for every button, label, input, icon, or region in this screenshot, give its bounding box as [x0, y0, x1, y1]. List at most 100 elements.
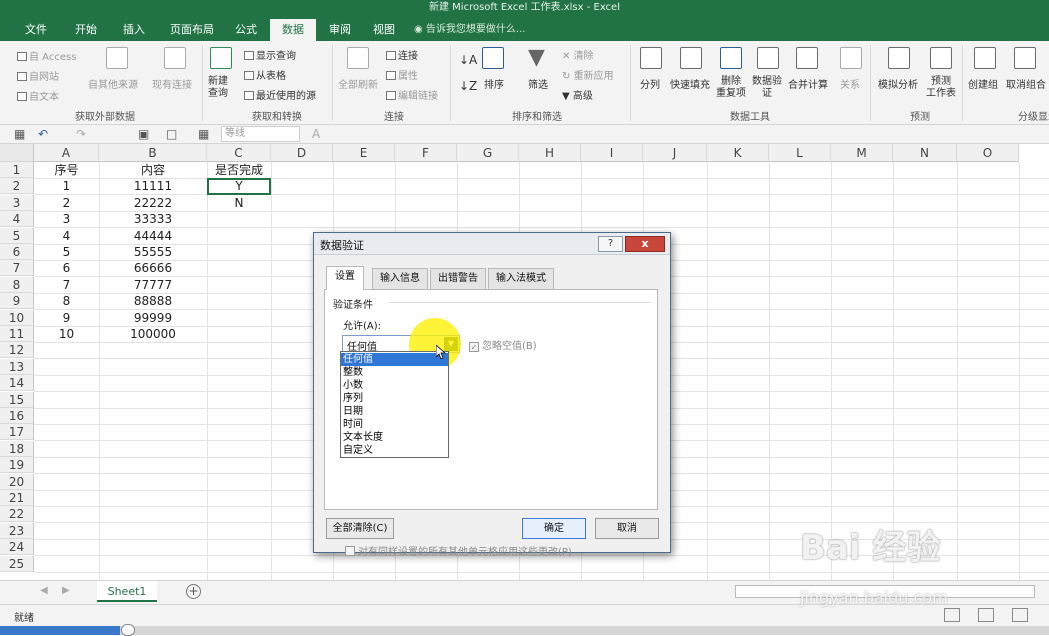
row-header-19[interactable]: 19 — [0, 457, 34, 474]
scroll-left-icon[interactable]: ◀ — [40, 585, 48, 596]
other-sources-button[interactable]: 自其他来源 — [88, 76, 138, 91]
tab-review[interactable]: 审阅 — [320, 17, 360, 41]
row-header-2[interactable]: 2 — [0, 178, 34, 195]
cell-b4[interactable]: 33333 — [99, 211, 207, 227]
tab-formulas[interactable]: 公式 — [226, 17, 266, 41]
cell-a6[interactable]: 5 — [34, 244, 99, 260]
row-header-1[interactable]: 1 — [0, 162, 34, 178]
row-header-10[interactable]: 10 — [0, 309, 34, 326]
from-table-button[interactable]: 从表格 — [244, 67, 286, 82]
column-header-m[interactable]: M — [831, 144, 893, 162]
cell-b7[interactable]: 66666 — [99, 260, 207, 276]
column-header-n[interactable]: N — [893, 144, 957, 162]
cell-b9[interactable]: 88888 — [99, 293, 207, 309]
cell-b1[interactable]: 内容 — [99, 162, 207, 178]
clear-all-button[interactable]: 全部清除(C) — [326, 518, 394, 539]
cell-c1[interactable]: 是否完成 — [207, 162, 271, 178]
forecast-sheet-button[interactable]: 预测 工作表 — [926, 76, 956, 100]
row-header-7[interactable]: 7 — [0, 260, 34, 277]
font-name-box[interactable]: 等线 — [221, 126, 300, 142]
recent-sources-button[interactable]: 最近使用的源 — [244, 87, 316, 102]
column-header-e[interactable]: E — [333, 144, 395, 162]
cell-c8[interactable] — [207, 277, 271, 293]
text-to-columns-button[interactable]: 分列 — [640, 76, 660, 91]
redo-icon[interactable]: ↷ — [76, 127, 86, 141]
column-header-d[interactable]: D — [271, 144, 333, 162]
tab-file[interactable]: 文件 — [14, 17, 58, 41]
dropdown-option[interactable]: 整数 — [341, 366, 448, 379]
cell-b10[interactable]: 99999 — [99, 310, 207, 326]
data-validation-button[interactable]: 数据验 证 — [752, 76, 782, 100]
cell-a1[interactable]: 序号 — [34, 162, 99, 178]
consolidate-button[interactable]: 合并计算 — [788, 76, 828, 91]
cell-a7[interactable]: 6 — [34, 260, 99, 276]
row-header-24[interactable]: 24 — [0, 539, 34, 556]
row-header-21[interactable]: 21 — [0, 490, 34, 506]
table-grid-icon[interactable]: ▦ — [198, 127, 209, 141]
cell-a9[interactable]: 8 — [34, 293, 99, 309]
video-progress-knob[interactable] — [121, 624, 135, 636]
dropdown-option[interactable]: 时间 — [341, 418, 448, 431]
tab-view[interactable]: 视图 — [364, 17, 404, 41]
cell-b2[interactable]: 11111 — [99, 178, 207, 194]
dropdown-option[interactable]: 日期 — [341, 405, 448, 418]
flash-fill-button[interactable]: 快速填充 — [670, 76, 710, 91]
tab-input-message[interactable]: 输入信息 — [372, 268, 428, 289]
normal-view-icon[interactable] — [944, 608, 960, 622]
reapply-button[interactable]: ↻ 重新应用 — [562, 67, 614, 82]
help-button[interactable]: ? — [598, 236, 623, 252]
page-break-view-icon[interactable] — [1012, 608, 1028, 622]
properties-button[interactable]: 属性 — [386, 67, 418, 82]
tell-me-box[interactable]: ◉ 告诉我您想要做什么... — [414, 17, 544, 41]
cell-a11[interactable]: 10 — [34, 326, 99, 342]
row-header-4[interactable]: 4 — [0, 211, 34, 228]
row-header-17[interactable]: 17 — [0, 424, 34, 441]
refresh-all-button[interactable]: 全部刷新 — [338, 76, 378, 91]
tab-settings[interactable]: 设置 — [326, 266, 364, 290]
row-header-13[interactable]: 13 — [0, 358, 34, 375]
sheet-tab-sheet1[interactable]: Sheet1 — [97, 581, 157, 602]
column-header-o[interactable]: O — [957, 144, 1019, 162]
cell-c3[interactable]: N — [207, 195, 271, 211]
column-header-j[interactable]: J — [643, 144, 707, 162]
existing-connections-button[interactable]: 现有连接 — [152, 76, 192, 91]
row-header-11[interactable]: 11 — [0, 326, 34, 342]
cell-b11[interactable]: 100000 — [99, 326, 207, 342]
filter-button[interactable]: 筛选 — [528, 76, 548, 91]
dialog-title-bar[interactable]: 数据验证 ? x — [314, 233, 670, 255]
cell-b5[interactable]: 44444 — [99, 228, 207, 244]
sort-asc-icon[interactable]: ↓A — [459, 53, 477, 67]
row-header-18[interactable]: 18 — [0, 440, 34, 457]
row-header-15[interactable]: 15 — [0, 391, 34, 408]
sort-button[interactable]: 排序 — [484, 76, 504, 91]
row-header-6[interactable]: 6 — [0, 244, 34, 260]
cell-c7[interactable] — [207, 260, 271, 276]
cell-b6[interactable]: 55555 — [99, 244, 207, 260]
cancel-button[interactable]: 取消 — [595, 518, 659, 539]
apply-all-checkbox[interactable]: 对有同样设置的所有其他单元格应用这些更改(P) — [345, 543, 572, 558]
clear-filter-button[interactable]: ✕ 清除 — [562, 47, 594, 62]
cell-c10[interactable] — [207, 310, 271, 326]
row-header-23[interactable]: 23 — [0, 522, 34, 539]
remove-duplicates-button[interactable]: 删除 重复项 — [716, 76, 746, 100]
sort-desc-icon[interactable]: ↓Z — [459, 79, 477, 93]
cell-c4[interactable] — [207, 211, 271, 227]
row-header-20[interactable]: 20 — [0, 473, 34, 490]
font-color-icon[interactable]: A — [312, 127, 320, 141]
row-header-8[interactable]: 8 — [0, 276, 34, 293]
cell-c6[interactable] — [207, 244, 271, 260]
tab-home[interactable]: 开始 — [64, 17, 108, 41]
advanced-filter-button[interactable]: ▼ 高级 — [562, 87, 593, 102]
cell-b3[interactable]: 22222 — [99, 195, 207, 211]
dropdown-option[interactable]: 序列 — [341, 392, 448, 405]
print-preview-icon[interactable]: ▣ — [138, 127, 149, 141]
tab-page-layout[interactable]: 页面布局 — [160, 17, 224, 41]
dropdown-option[interactable]: 小数 — [341, 379, 448, 392]
relationships-button[interactable]: 关系 — [840, 76, 860, 91]
cell-a10[interactable]: 9 — [34, 310, 99, 326]
cell-a5[interactable]: 4 — [34, 228, 99, 244]
cell-a4[interactable]: 3 — [34, 211, 99, 227]
save-icon[interactable]: ▦ — [14, 127, 25, 141]
column-header-i[interactable]: I — [581, 144, 643, 162]
page-layout-view-icon[interactable] — [978, 608, 994, 622]
